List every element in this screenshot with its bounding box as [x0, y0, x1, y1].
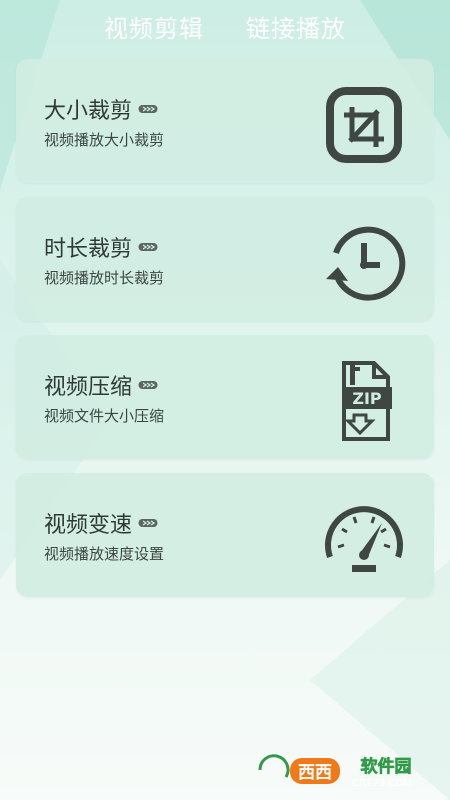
crop-icon: [322, 83, 406, 167]
card-subtitle: 视频播放时长裁剪: [44, 269, 165, 287]
card-subtitle: 视频文件大小压缩: [44, 407, 165, 425]
card-title: 时长裁剪: [44, 237, 133, 262]
svg-text:CR173.COM: CR173.COM: [352, 778, 412, 789]
double-chevron-icon: [138, 519, 158, 527]
feature-card-video-speed[interactable]: 视频变速 视频播放速度设置: [16, 473, 434, 597]
feature-list: 大小裁剪 视频播放大小裁剪 时长裁剪 视频播放时长裁剪 视频压缩 视频文件大小压…: [16, 59, 434, 611]
card-subtitle: 视频播放大小裁剪: [44, 131, 165, 149]
watermark-logo: 西西 软件园 CR173.COM: [254, 750, 434, 790]
feature-card-video-compress[interactable]: 视频压缩 视频文件大小压缩 ZIP: [16, 335, 434, 459]
tab-video-edit[interactable]: 视频剪辑: [104, 9, 204, 44]
double-chevron-icon: [138, 243, 158, 251]
svg-text:ZIP: ZIP: [352, 389, 382, 408]
svg-text:西西: 西西: [298, 763, 332, 783]
card-title-row: 大小裁剪: [44, 93, 158, 125]
svg-text:软件园: 软件园: [361, 756, 412, 777]
zip-file-icon: ZIP: [322, 359, 406, 443]
clock-icon: [322, 221, 406, 305]
feature-card-size-crop[interactable]: 大小裁剪 视频播放大小裁剪: [16, 59, 434, 183]
card-title: 视频压缩: [44, 375, 133, 400]
card-subtitle: 视频播放速度设置: [44, 545, 165, 563]
card-title: 大小裁剪: [44, 99, 133, 124]
card-title: 视频变速: [44, 513, 133, 538]
speedometer-icon: [322, 497, 406, 581]
tab-link-play[interactable]: 链接播放: [246, 9, 346, 44]
top-tab-bar: 视频剪辑 链接播放: [0, 0, 450, 52]
card-title-row: 视频变速: [44, 507, 158, 539]
double-chevron-icon: [138, 381, 158, 389]
feature-card-duration-crop[interactable]: 时长裁剪 视频播放时长裁剪: [16, 197, 434, 321]
card-title-row: 视频压缩: [44, 369, 158, 401]
double-chevron-icon: [138, 105, 158, 113]
card-title-row: 时长裁剪: [44, 231, 158, 263]
